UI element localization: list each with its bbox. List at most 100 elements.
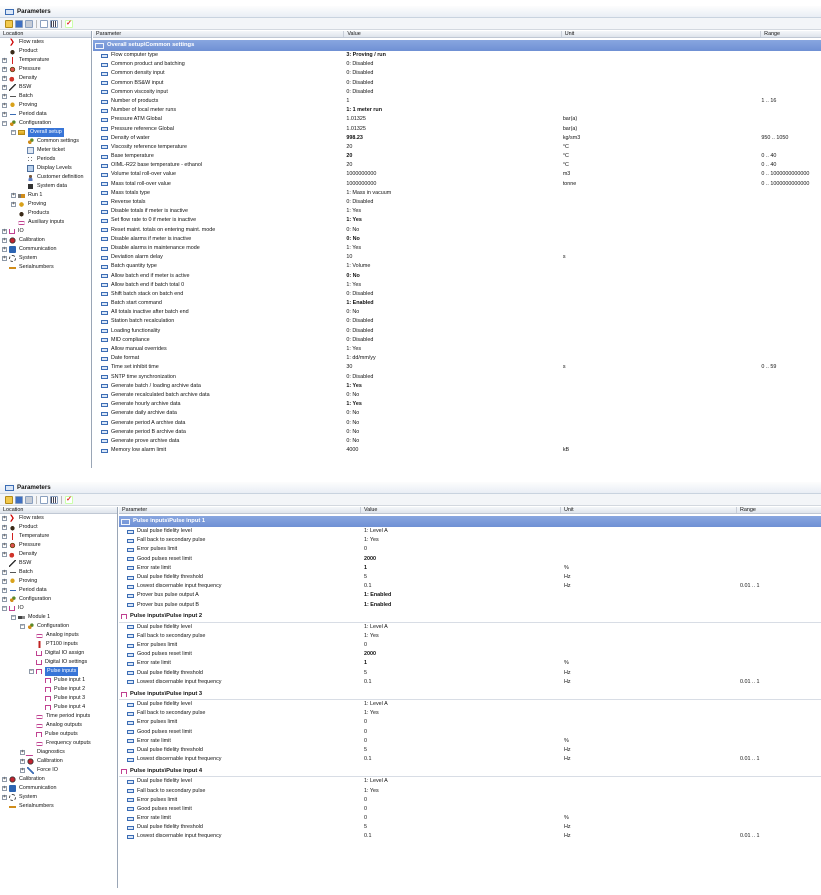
- parameter-row[interactable]: Memory low alarm limit 4000 kB: [93, 446, 821, 455]
- expand-icon[interactable]: +: [2, 543, 7, 548]
- parameter-row[interactable]: Disable alarms in maintenance mode 1: Yes: [93, 244, 821, 253]
- parameter-value[interactable]: 1: 1 meter run: [346, 106, 562, 115]
- tree-item-digital-io-settings[interactable]: Digital IO settings: [0, 658, 117, 667]
- parameter-row[interactable]: Viscosity reference temperature 20 °C: [93, 143, 821, 152]
- tree-item-density[interactable]: + Density: [0, 550, 117, 559]
- tree-item-bsw[interactable]: BSW: [0, 559, 117, 568]
- parameter-row[interactable]: Fall back to secondary pulse 1: Yes: [119, 709, 821, 718]
- parameter-row[interactable]: Disable alarms if meter is inactive 0: No: [93, 235, 821, 244]
- expand-icon[interactable]: +: [2, 588, 7, 593]
- parameter-row[interactable]: Error rate limit 0%: [119, 737, 821, 746]
- parameter-row[interactable]: Volume total roll-over value 1000000000 m3…: [93, 170, 821, 179]
- parameter-row[interactable]: Error pulses limit 0: [119, 718, 821, 727]
- parameter-value[interactable]: 20: [346, 161, 562, 170]
- parameter-row[interactable]: Error pulses limit 0: [119, 796, 821, 805]
- parameter-row[interactable]: Reverse totals 0: Disabled: [93, 198, 821, 207]
- expand-icon[interactable]: +: [2, 256, 7, 261]
- expand-icon[interactable]: +: [2, 85, 7, 90]
- expand-icon[interactable]: +: [2, 67, 7, 72]
- open-folder-icon[interactable]: [5, 495, 13, 504]
- parameter-row[interactable]: Fall back to secondary pulse 1: Yes: [119, 536, 821, 545]
- parameter-row[interactable]: Date format 1: dd/mm/yy: [93, 354, 821, 363]
- parameter-value[interactable]: 1: Yes: [364, 709, 564, 718]
- expand-icon[interactable]: +: [2, 229, 7, 234]
- parameter-row[interactable]: Density of water 998.23 kg/sm3 950 .. 1050: [93, 134, 821, 143]
- parameter-value[interactable]: 1: Yes: [346, 216, 562, 225]
- parameter-row[interactable]: Prover bus pulse output B 1: Enabled: [119, 601, 821, 610]
- tree-item-calibration[interactable]: + Calibration: [0, 775, 117, 784]
- parameter-row[interactable]: Generate recalculated batch archive data…: [93, 391, 821, 400]
- tree-item-diagnostics[interactable]: + Diagnostics: [0, 748, 117, 757]
- parameter-value[interactable]: 1.01325: [346, 115, 562, 124]
- expand-icon[interactable]: +: [2, 76, 7, 81]
- expand-icon[interactable]: +: [2, 786, 7, 791]
- tree-item-pressure[interactable]: + Pressure: [0, 541, 117, 550]
- tree-item-pulse-input-3[interactable]: Pulse input 3: [0, 694, 117, 703]
- parameter-row[interactable]: Loading functionality 0: Disabled: [93, 327, 821, 336]
- parameter-value[interactable]: 10: [346, 253, 562, 262]
- parameter-row[interactable]: Error rate limit 1%: [119, 659, 821, 668]
- tree-item-configuration[interactable]: − Configuration: [0, 622, 117, 631]
- tree-item-product[interactable]: + Product: [0, 523, 117, 532]
- parameter-row[interactable]: Fall back to secondary pulse 1: Yes: [119, 632, 821, 641]
- parameter-value[interactable]: 0: [364, 796, 564, 805]
- parameter-value[interactable]: 998.23: [346, 134, 562, 143]
- parameter-row[interactable]: Dual pulse fidelity threshold 5 Hz: [119, 573, 821, 582]
- tree-item-communication[interactable]: + Communication: [0, 784, 117, 793]
- parameter-row[interactable]: Time set inhibit time 30 s 0 .. 59: [93, 363, 821, 372]
- parameter-value[interactable]: 0: Disabled: [346, 336, 562, 345]
- validate-icon[interactable]: ✓: [65, 19, 73, 28]
- parameter-row[interactable]: Set flow rate to 0 if meter is inactive 1…: [93, 216, 821, 225]
- parameter-value[interactable]: 1: [346, 97, 562, 106]
- parameter-row[interactable]: Generate batch / loading archive data 1: …: [93, 382, 821, 391]
- parameter-value[interactable]: 1: Level A: [364, 700, 564, 709]
- parameter-row[interactable]: Flow computer type 3: Proving / run: [93, 51, 821, 60]
- parameter-row[interactable]: Prover bus pulse output A 1: Enabled: [119, 591, 821, 600]
- expand-icon[interactable]: +: [2, 58, 7, 63]
- parameter-value[interactable]: 1: Yes: [346, 382, 562, 391]
- grid-view-icon[interactable]: [50, 19, 58, 28]
- parameter-row[interactable]: Error pulses limit 0: [119, 641, 821, 650]
- expand-icon[interactable]: +: [2, 534, 7, 539]
- expand-icon[interactable]: +: [2, 238, 7, 243]
- parameter-value[interactable]: 5: [364, 573, 564, 582]
- parameter-row[interactable]: SNTP time synchronization 0: Disabled: [93, 373, 821, 382]
- parameter-value[interactable]: 1: Yes: [346, 400, 562, 409]
- tree-item-period-data[interactable]: + Period data: [0, 586, 117, 595]
- parameter-row[interactable]: Reset maint. totals on entering maint. m…: [93, 226, 821, 235]
- expand-icon[interactable]: +: [2, 552, 7, 557]
- expand-icon[interactable]: +: [2, 570, 7, 575]
- tree-item-module-1[interactable]: − Module 1: [0, 613, 117, 622]
- expand-icon[interactable]: +: [2, 525, 7, 530]
- parameter-row[interactable]: Disable totals if meter is inactive 1: Ye…: [93, 207, 821, 216]
- parameter-row[interactable]: Good pulses reset limit 2000: [119, 555, 821, 564]
- parameter-value[interactable]: 0: No: [346, 272, 562, 281]
- print-icon[interactable]: [25, 19, 33, 28]
- tree-view-icon[interactable]: [40, 495, 48, 504]
- parameter-row[interactable]: Generate daily archive data 0: No: [93, 409, 821, 418]
- tree-item-display-levels[interactable]: Display Levels: [0, 164, 91, 173]
- tree-item-temperature[interactable]: + Temperature: [0, 532, 117, 541]
- tree-item-batch[interactable]: + Batch: [0, 568, 117, 577]
- save-icon[interactable]: [15, 19, 23, 28]
- parameter-row[interactable]: Dual pulse fidelity threshold 5 Hz: [119, 746, 821, 755]
- tree-item-pulse-input-2[interactable]: Pulse input 2: [0, 685, 117, 694]
- tree-item-calibration[interactable]: + Calibration: [0, 236, 91, 245]
- parameter-row[interactable]: Generate prove archive data 0: No: [93, 437, 821, 446]
- parameter-value[interactable]: 1: Yes: [364, 787, 564, 796]
- expand-icon[interactable]: +: [20, 759, 25, 764]
- tree-item-serialnumbers[interactable]: Serialnumbers: [0, 263, 91, 272]
- parameter-value[interactable]: 1: Level A: [364, 623, 564, 632]
- expand-icon[interactable]: +: [2, 103, 7, 108]
- parameter-row[interactable]: Fall back to secondary pulse 1: Yes: [119, 787, 821, 796]
- parameter-row[interactable]: Number of local meter runs 1: 1 meter run: [93, 106, 821, 115]
- parameter-row[interactable]: Allow batch end if batch total 0 1: Yes: [93, 281, 821, 290]
- tree-item-io[interactable]: + IO: [0, 227, 91, 236]
- parameter-value[interactable]: 1: dd/mm/yy: [346, 354, 562, 363]
- parameter-value[interactable]: 30: [346, 363, 562, 372]
- parameter-value[interactable]: 0: No: [346, 226, 562, 235]
- parameter-value[interactable]: 0: [364, 545, 564, 554]
- collapse-icon[interactable]: −: [29, 669, 34, 674]
- tree-item-proving[interactable]: + Proving: [0, 577, 117, 586]
- parameter-value[interactable]: 0: [364, 641, 564, 650]
